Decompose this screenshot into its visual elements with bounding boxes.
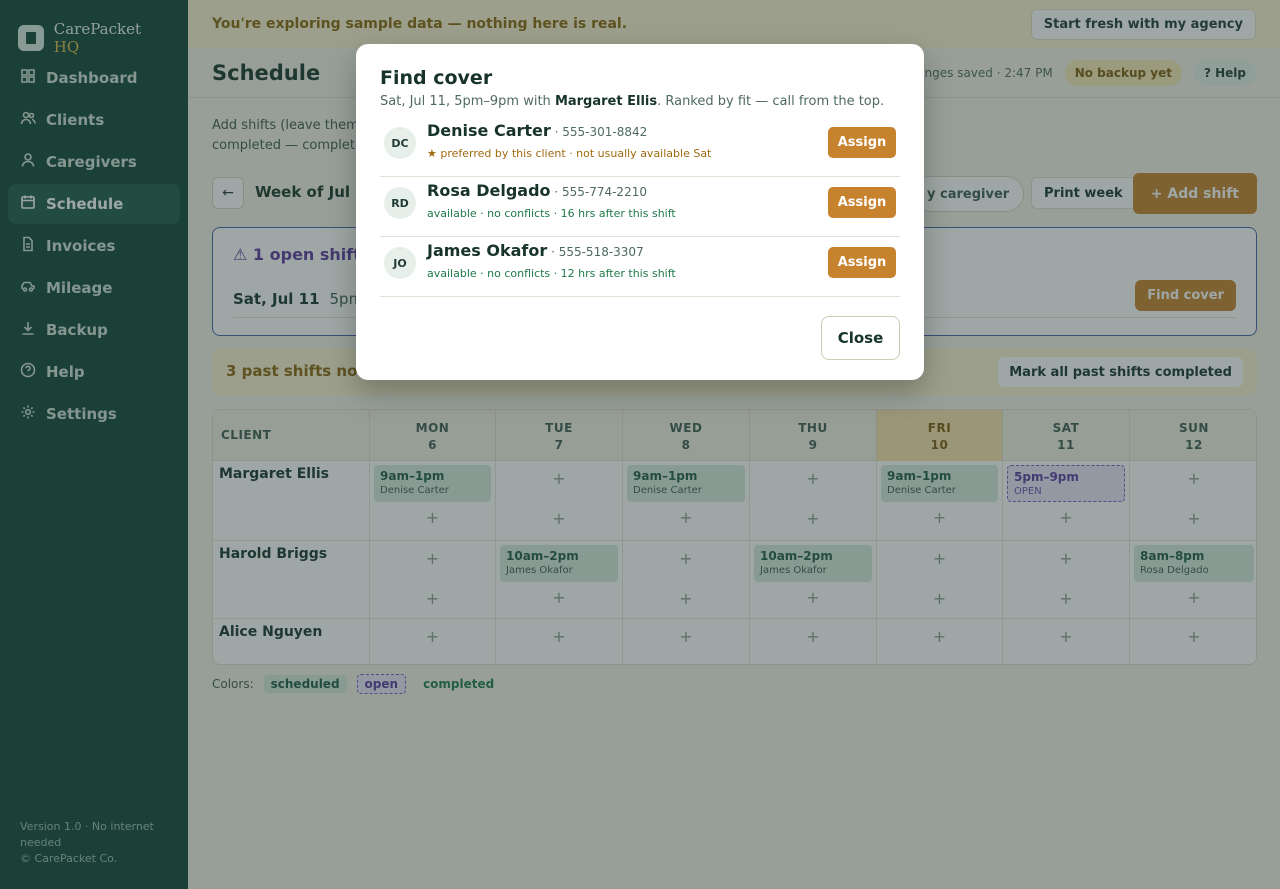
avatar: RD [384,187,416,219]
assign-button[interactable]: Assign [828,247,896,278]
candidate-note: available · no conflicts · 16 hrs after … [427,207,676,220]
dialog-subtitle: Sat, Jul 11, 5pm–9pm with Margaret Ellis… [380,94,884,109]
candidate-phone: · 555-774-2210 [550,185,647,199]
close-button[interactable]: Close [821,316,900,360]
candidate-phone: · 555-301-8842 [550,125,648,139]
dialog-subtitle-suffix: . Ranked by fit — call from the top. [657,94,885,109]
avatar: JO [384,247,416,279]
candidate-name-line: Rosa Delgado · 555-774-2210 [427,181,647,200]
candidate-name-line: Denise Carter · 555-301-8842 [427,121,647,140]
candidate-name: Rosa Delgado [427,181,551,200]
candidate-row: DC Denise Carter · 555-301-8842 ★ preferre… [380,117,900,177]
candidate-phone: · 555-518-3307 [547,245,644,259]
candidate-name-line: James Okafor · 555-518-3307 [427,241,644,260]
assign-button[interactable]: Assign [828,187,896,218]
dialog-subtitle-text: Sat, Jul 11, 5pm–9pm with [380,94,555,109]
candidate-note: ★ preferred by this client · not usually… [427,147,712,160]
candidate-note: available · no conflicts · 12 hrs after … [427,267,676,280]
candidate-name: Denise Carter [427,121,551,140]
candidate-row: RD Rosa Delgado · 555-774-2210 available ·… [380,177,900,237]
dialog-title: Find cover [380,67,493,89]
assign-button[interactable]: Assign [828,127,896,158]
candidate-name: James Okafor [427,241,548,260]
dialog-client-name: Margaret Ellis [554,94,658,109]
avatar: DC [384,127,416,159]
find-cover-dialog: Find cover Sat, Jul 11, 5pm–9pm with Mar… [356,44,924,380]
candidate-row: JO James Okafor · 555-518-3307 available ·… [380,237,900,297]
